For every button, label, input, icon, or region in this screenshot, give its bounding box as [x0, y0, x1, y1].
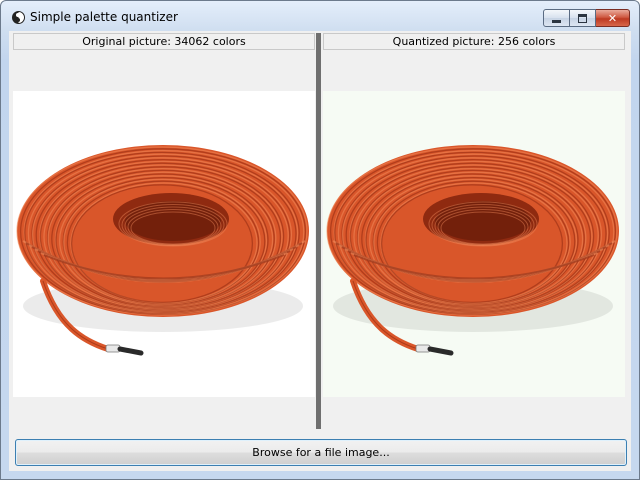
minimize-icon	[552, 19, 561, 23]
rope-image	[326, 145, 619, 356]
quantized-panel: Quantized picture: 256 colors	[323, 33, 625, 429]
original-picture-label: Original picture: 34062 colors	[13, 33, 315, 50]
title-bar[interactable]: Simple palette quantizer ✕	[1, 1, 639, 31]
quantized-picture-label: Quantized picture: 256 colors	[323, 33, 625, 50]
close-icon: ✕	[607, 11, 618, 25]
close-button[interactable]: ✕	[596, 9, 630, 27]
minimize-button[interactable]	[543, 9, 570, 27]
app-window: Simple palette quantizer ✕ Original pict…	[0, 0, 640, 480]
original-picture	[13, 91, 315, 397]
maximize-icon	[578, 13, 587, 23]
original-panel: Original picture: 34062 colors	[13, 33, 315, 429]
splitter-divider[interactable]	[316, 33, 321, 429]
maximize-button[interactable]	[570, 9, 596, 27]
rope-image	[16, 145, 309, 356]
yin-yang-icon	[12, 11, 25, 24]
window-title: Simple palette quantizer	[30, 10, 178, 24]
quantized-picture	[323, 91, 625, 397]
browse-file-button[interactable]: Browse for a file image...	[15, 439, 627, 466]
client-area: Original picture: 34062 colors Quantized…	[9, 31, 631, 471]
